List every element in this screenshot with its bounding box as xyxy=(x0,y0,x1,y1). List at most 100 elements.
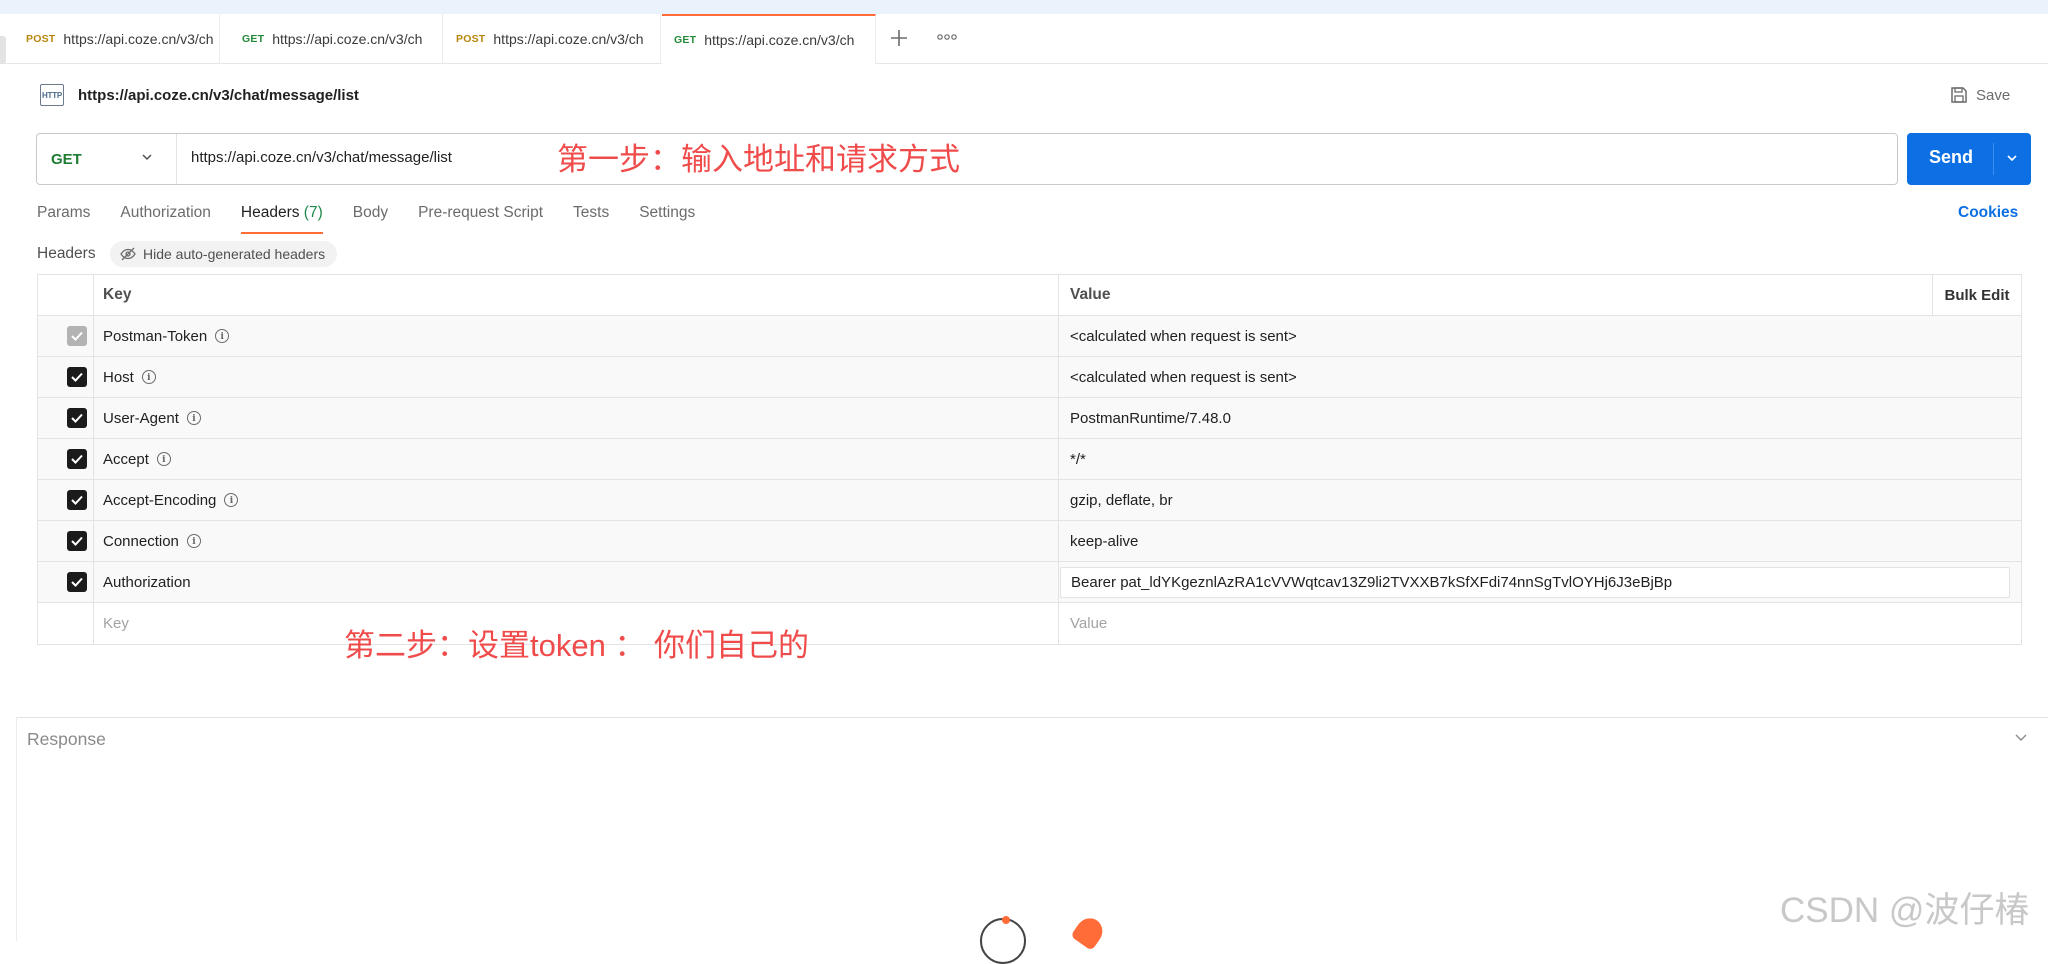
row-key-cell[interactable]: User-Agent i xyxy=(94,398,1059,438)
row-checkbox[interactable] xyxy=(67,367,87,387)
tab-body[interactable]: Body xyxy=(353,204,388,234)
info-icon[interactable]: i xyxy=(186,534,201,548)
save-button[interactable]: Save xyxy=(1950,82,2010,108)
tab-pre-request-script[interactable]: Pre-request Script xyxy=(418,204,543,234)
chevron-down-icon[interactable] xyxy=(2005,151,2019,165)
table-header-row: Key Value Bulk Edit xyxy=(38,275,2021,316)
row-value-cell[interactable]: <calculated when request is sent> xyxy=(1059,357,2021,397)
row-key-cell[interactable]: Accept i xyxy=(94,439,1059,479)
chevron-down-icon[interactable] xyxy=(2013,729,2029,745)
row-checkbox[interactable] xyxy=(67,490,87,510)
row-checkbox[interactable] xyxy=(67,408,87,428)
row-checkbox[interactable] xyxy=(67,531,87,551)
request-tab-4-active[interactable]: GET https://api.coze.cn/v3/chat xyxy=(662,14,876,64)
tab-url: https://api.coze.cn/v3/chat xyxy=(63,31,214,47)
table-row: Accept i */* xyxy=(38,439,2021,480)
table-row: Postman-Token i <calculated when request … xyxy=(38,316,2021,357)
tab-url: https://api.coze.cn/v3/chat xyxy=(272,31,423,47)
row-key: Connection xyxy=(103,532,179,550)
annotation-step1: 第一步：输入地址和请求方式 xyxy=(557,142,960,177)
info-icon[interactable]: i xyxy=(156,452,171,466)
row-value: keep-alive xyxy=(1070,532,1139,550)
request-title-bar: HTTP https://api.coze.cn/v3/chat/message… xyxy=(40,82,359,108)
request-tab-bar: POST https://api.coze.cn/v3/chat GET htt… xyxy=(0,14,2048,64)
row-value-cell[interactable]: */* xyxy=(1059,439,2021,479)
url-input[interactable]: https://api.coze.cn/v3/chat/message/list xyxy=(191,149,452,166)
row-key: Host xyxy=(103,368,134,386)
row-check-cell xyxy=(38,603,94,644)
request-tab-3[interactable]: POST https://api.coze.cn/v3/chat xyxy=(444,14,661,64)
value-placeholder: Value xyxy=(1070,615,1108,632)
tab-method: GET xyxy=(674,34,697,46)
row-value-cell[interactable]: gzip, deflate, br xyxy=(1059,480,2021,520)
row-checkbox[interactable] xyxy=(67,326,87,346)
row-check-cell xyxy=(38,357,94,397)
response-divider[interactable] xyxy=(16,717,2048,718)
request-subtabs: Params Authorization Headers (7) Body Pr… xyxy=(37,204,725,234)
more-horizontal-icon[interactable] xyxy=(937,28,957,44)
tab-headers-label: Headers xyxy=(240,204,300,221)
table-header-check-cell xyxy=(38,275,94,315)
tab-url: https://api.coze.cn/v3/chat xyxy=(493,31,644,47)
info-icon[interactable]: i xyxy=(224,493,239,507)
send-label: Send xyxy=(1929,147,1974,167)
save-label: Save xyxy=(1976,86,2011,104)
request-tab-1[interactable]: POST https://api.coze.cn/v3/chat xyxy=(14,14,220,64)
row-value-cell[interactable]: Bearer pat_ldYKgeznlAzRA1cVVWqtcav13Z9li… xyxy=(1059,562,2021,602)
tab-params[interactable]: Params xyxy=(37,204,90,234)
row-value: <calculated when request is sent> xyxy=(1070,327,1297,345)
tab-authorization[interactable]: Authorization xyxy=(120,204,210,234)
tab-method: GET xyxy=(242,33,265,45)
tab-tests[interactable]: Tests xyxy=(573,204,609,234)
info-icon[interactable]: i xyxy=(215,329,230,343)
key-placeholder: Key xyxy=(103,615,129,632)
new-value-input[interactable]: Value xyxy=(1059,603,2021,644)
row-key: Authorization xyxy=(103,573,191,591)
sidebar-collapse-handle[interactable] xyxy=(0,36,6,64)
row-check-cell xyxy=(38,562,94,602)
tab-headers-count: (7) xyxy=(303,204,323,221)
authorization-value-input[interactable]: Bearer pat_ldYKgeznlAzRA1cVVWqtcav13Z9li… xyxy=(1060,566,2010,598)
row-value-cell[interactable]: keep-alive xyxy=(1059,521,2021,561)
hide-auto-headers-button[interactable]: Hide auto-generated headers xyxy=(110,241,338,267)
bulk-edit-button[interactable]: Bulk Edit xyxy=(1932,275,2021,315)
request-title[interactable]: https://api.coze.cn/v3/chat/message/list xyxy=(78,87,359,104)
row-key-cell[interactable]: Authorization xyxy=(94,562,1059,602)
row-check-cell xyxy=(38,521,94,561)
row-key: Accept xyxy=(103,450,149,468)
eye-off-icon xyxy=(120,247,136,261)
info-icon[interactable]: i xyxy=(186,411,201,425)
hide-auto-headers-label: Hide auto-generated headers xyxy=(143,246,326,262)
info-icon[interactable]: i xyxy=(141,370,156,384)
row-checkbox[interactable] xyxy=(67,449,87,469)
row-check-cell xyxy=(38,316,94,356)
method-select[interactable]: GET xyxy=(37,134,177,184)
row-value: gzip, deflate, br xyxy=(1070,491,1173,509)
annotation-step2: 第二步：设置token ： 你们自己的 xyxy=(344,628,810,663)
row-key-cell[interactable]: Postman-Token i xyxy=(94,316,1059,356)
tab-headers[interactable]: Headers (7) xyxy=(240,204,323,234)
cookies-link[interactable]: Cookies xyxy=(1958,204,2018,222)
row-value: */* xyxy=(1070,450,1086,468)
row-key: User-Agent xyxy=(103,409,179,427)
row-key-cell[interactable]: Connection i xyxy=(94,521,1059,561)
row-value: <calculated when request is sent> xyxy=(1070,368,1297,386)
row-key-cell[interactable]: Host i xyxy=(94,357,1059,397)
request-tab-2[interactable]: GET https://api.coze.cn/v3/chat xyxy=(230,14,443,64)
row-key: Accept-Encoding xyxy=(103,491,217,509)
table-row: Connection i keep-alive xyxy=(38,521,2021,562)
table-row: Accept-Encoding i gzip, deflate, br xyxy=(38,480,2021,521)
tab-settings[interactable]: Settings xyxy=(639,204,695,234)
row-value-cell[interactable]: PostmanRuntime/7.48.0 xyxy=(1059,398,2021,438)
table-row-new: Key Value xyxy=(38,603,2021,644)
astronaut-antenna xyxy=(1002,916,1010,924)
send-button[interactable]: Send xyxy=(1907,133,2031,185)
headers-section-label: Headers xyxy=(37,245,96,262)
row-value-cell[interactable]: <calculated when request is sent> xyxy=(1059,316,2021,356)
row-checkbox[interactable] xyxy=(67,572,87,592)
plus-icon[interactable] xyxy=(890,26,908,54)
response-left-border xyxy=(16,717,17,941)
rocket-illustration xyxy=(1070,913,1108,951)
row-key-cell[interactable]: Accept-Encoding i xyxy=(94,480,1059,520)
column-header-value: Value xyxy=(1070,286,1111,303)
